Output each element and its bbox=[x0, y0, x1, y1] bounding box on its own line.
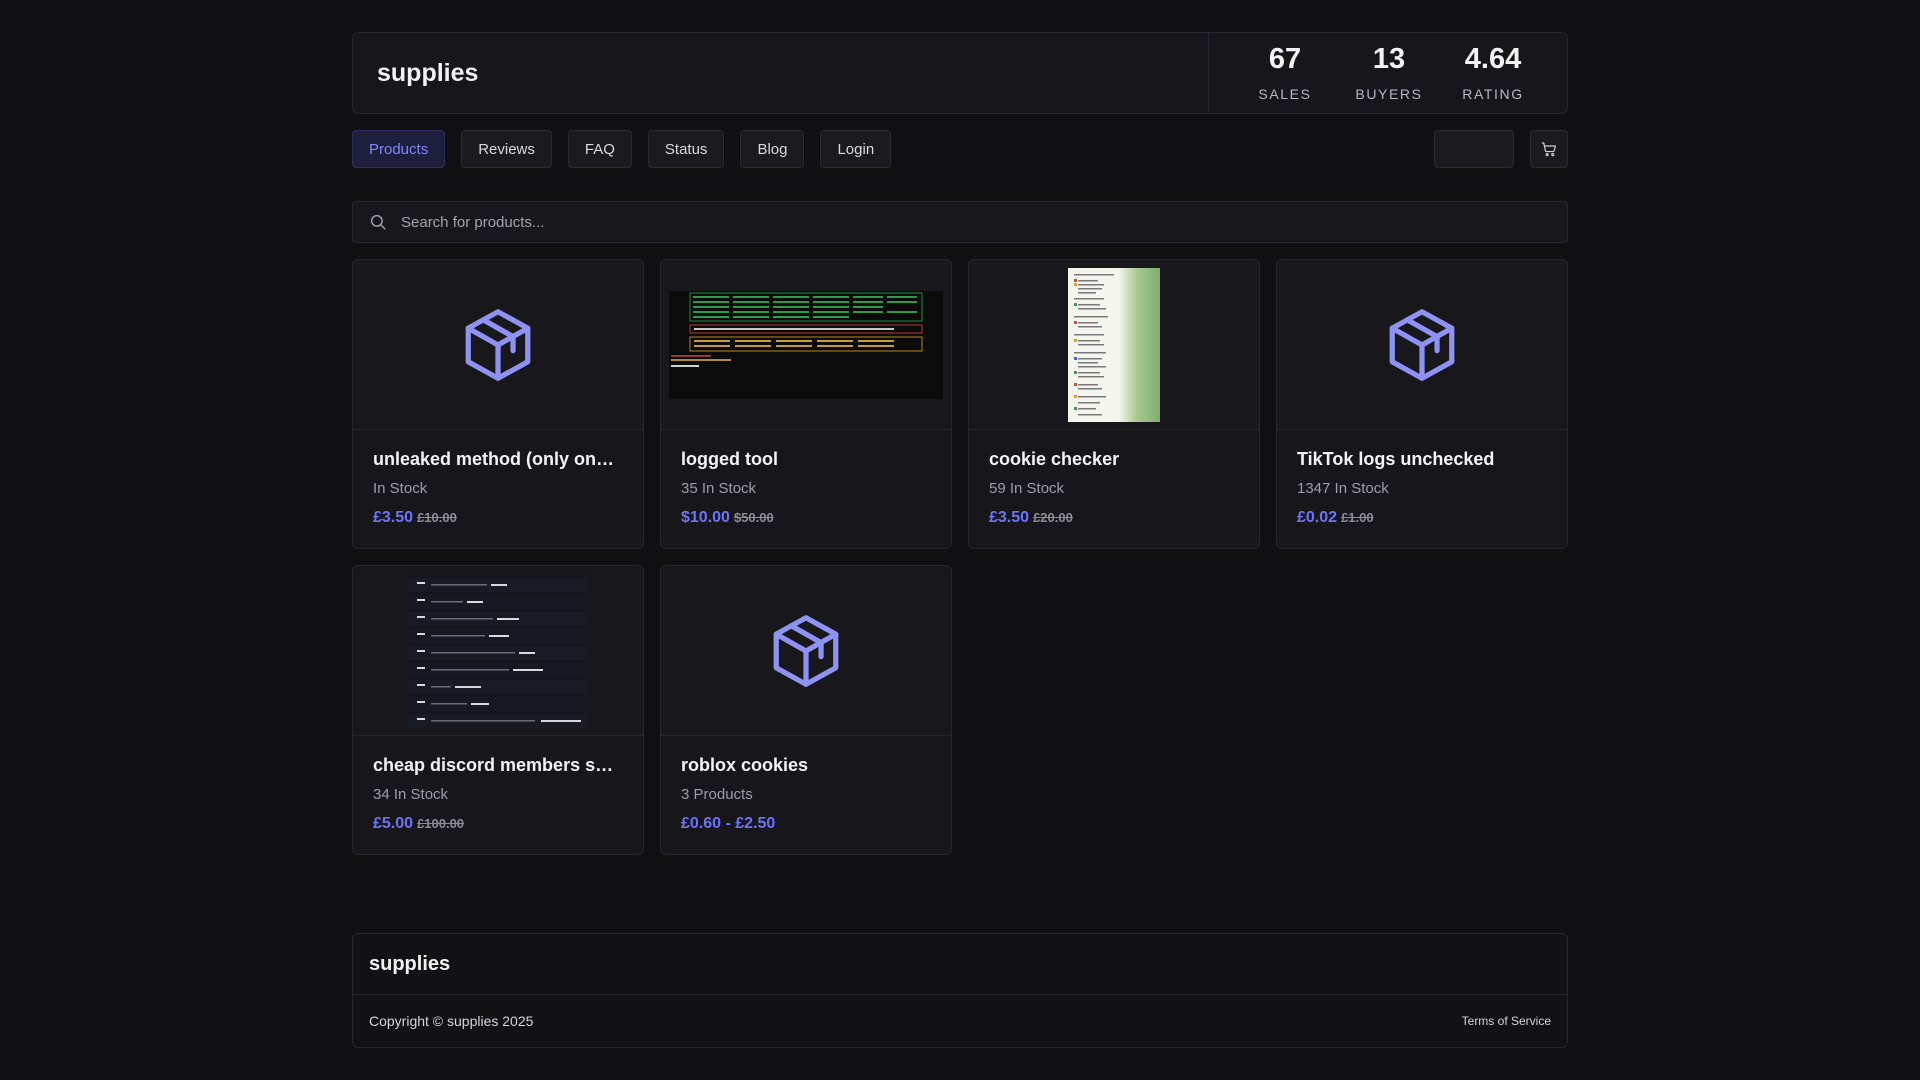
product-price: £5.00 bbox=[373, 815, 414, 832]
product-old-price: £1.00 bbox=[1341, 510, 1374, 525]
discord-screenshot bbox=[409, 573, 587, 728]
currency-selector[interactable] bbox=[1434, 130, 1514, 168]
nav-reviews[interactable]: Reviews bbox=[461, 130, 552, 168]
product-title: TikTok logs unchecked bbox=[1297, 449, 1495, 469]
cart-button[interactable] bbox=[1530, 130, 1568, 168]
product-stock: In Stock bbox=[373, 480, 428, 497]
stat-label: BUYERS bbox=[1355, 85, 1423, 102]
product-card[interactable]: unleaked method (only on… In Stock £3.50… bbox=[352, 259, 644, 549]
store-header: supplies 67 SALES 13 BUYERS 4.64 RATING bbox=[352, 32, 1568, 114]
product-image bbox=[353, 566, 643, 736]
nav-faq[interactable]: FAQ bbox=[567, 130, 632, 168]
product-price-row: £0.02 £1.00 bbox=[1297, 509, 1547, 527]
product-price-row: £3.50 £10.00 bbox=[373, 509, 623, 527]
product-grid: unleaked method (only on… In Stock £3.50… bbox=[352, 259, 1568, 855]
product-price: £3.50 bbox=[373, 509, 414, 526]
cart-icon bbox=[1541, 142, 1556, 157]
nav-blog[interactable]: Blog bbox=[740, 130, 805, 168]
nav-bar: Products Reviews FAQ Status Blog Login bbox=[352, 130, 1568, 168]
product-stock: 34 In Stock bbox=[373, 786, 449, 803]
product-image bbox=[1277, 260, 1567, 430]
footer-brand: supplies bbox=[369, 952, 451, 975]
product-price: £3.50 bbox=[989, 509, 1030, 526]
stat-buyers: 13 BUYERS bbox=[1337, 42, 1441, 102]
product-price-row: £3.50 £20.00 bbox=[989, 509, 1239, 527]
nav-products[interactable]: Products bbox=[352, 130, 446, 168]
product-price-row: £5.00 £100.00 bbox=[373, 815, 623, 833]
product-image bbox=[661, 260, 951, 430]
product-card[interactable]: cookie checker 59 In Stock £3.50 £20.00 bbox=[968, 259, 1260, 549]
product-price: £0.60 - £2.50 bbox=[681, 815, 776, 832]
nav-login[interactable]: Login bbox=[820, 130, 892, 168]
product-price: £0.02 bbox=[1297, 509, 1338, 526]
store-stats: 67 SALES 13 BUYERS 4.64 RATING bbox=[1208, 33, 1567, 113]
product-title: roblox cookies bbox=[681, 755, 809, 775]
product-old-price: £10.00 bbox=[417, 510, 457, 525]
product-card[interactable]: TikTok logs unchecked 1347 In Stock £0.0… bbox=[1276, 259, 1568, 549]
product-stock: 1347 In Stock bbox=[1297, 480, 1389, 497]
stat-sales: 67 SALES bbox=[1233, 42, 1337, 102]
store-name: supplies bbox=[377, 58, 479, 87]
product-old-price: £100.00 bbox=[417, 816, 465, 831]
product-stock: 35 In Stock bbox=[681, 480, 757, 497]
footer-bottom: Copyright © supplies 2025 Terms of Servi… bbox=[353, 995, 1567, 1047]
product-card[interactable]: logged tool 35 In Stock $10.00 $50.00 bbox=[660, 259, 952, 549]
product-image bbox=[969, 260, 1259, 430]
footer-top: supplies bbox=[353, 934, 1567, 995]
terms-of-service-link[interactable]: Terms of Service bbox=[1462, 1014, 1551, 1028]
stat-value: 67 bbox=[1268, 42, 1302, 75]
page: supplies 67 SALES 13 BUYERS 4.64 RATING … bbox=[352, 32, 1568, 855]
product-stock: 59 In Stock bbox=[989, 480, 1065, 497]
copyright-text: Copyright © supplies 2025 bbox=[369, 1013, 534, 1029]
product-old-price: $50.00 bbox=[733, 510, 774, 525]
stat-label: SALES bbox=[1258, 85, 1312, 102]
search-input[interactable] bbox=[401, 213, 1567, 231]
stat-value: 13 bbox=[1372, 42, 1406, 75]
terminal-screenshot bbox=[669, 290, 943, 399]
search-bar bbox=[352, 201, 1568, 243]
footer: supplies Copyright © supplies 2025 Terms… bbox=[352, 933, 1568, 1048]
product-title: cookie checker bbox=[989, 449, 1120, 469]
checker-screenshot bbox=[1068, 267, 1160, 422]
stat-label: RATING bbox=[1462, 85, 1524, 102]
box-icon bbox=[465, 308, 531, 381]
product-title: cheap discord members s… bbox=[373, 755, 614, 775]
nav-status[interactable]: Status bbox=[647, 130, 725, 168]
product-image bbox=[353, 260, 643, 430]
stat-value: 4.64 bbox=[1464, 42, 1522, 75]
product-title: unleaked method (only on… bbox=[373, 449, 615, 469]
product-price: $10.00 bbox=[681, 509, 730, 526]
product-price-row: £0.60 - £2.50 bbox=[681, 815, 931, 833]
product-stock: 3 Products bbox=[681, 786, 753, 803]
product-image bbox=[661, 566, 951, 736]
stat-rating: 4.64 RATING bbox=[1441, 42, 1545, 102]
product-price-row: $10.00 $50.00 bbox=[681, 509, 931, 527]
product-title: logged tool bbox=[681, 449, 778, 469]
box-icon bbox=[773, 614, 839, 687]
box-icon bbox=[1389, 308, 1455, 381]
search-icon bbox=[370, 214, 386, 230]
product-card[interactable]: roblox cookies 3 Products £0.60 - £2.50 bbox=[660, 565, 952, 855]
product-old-price: £20.00 bbox=[1033, 510, 1073, 525]
product-card[interactable]: cheap discord members s… 34 In Stock £5.… bbox=[352, 565, 644, 855]
